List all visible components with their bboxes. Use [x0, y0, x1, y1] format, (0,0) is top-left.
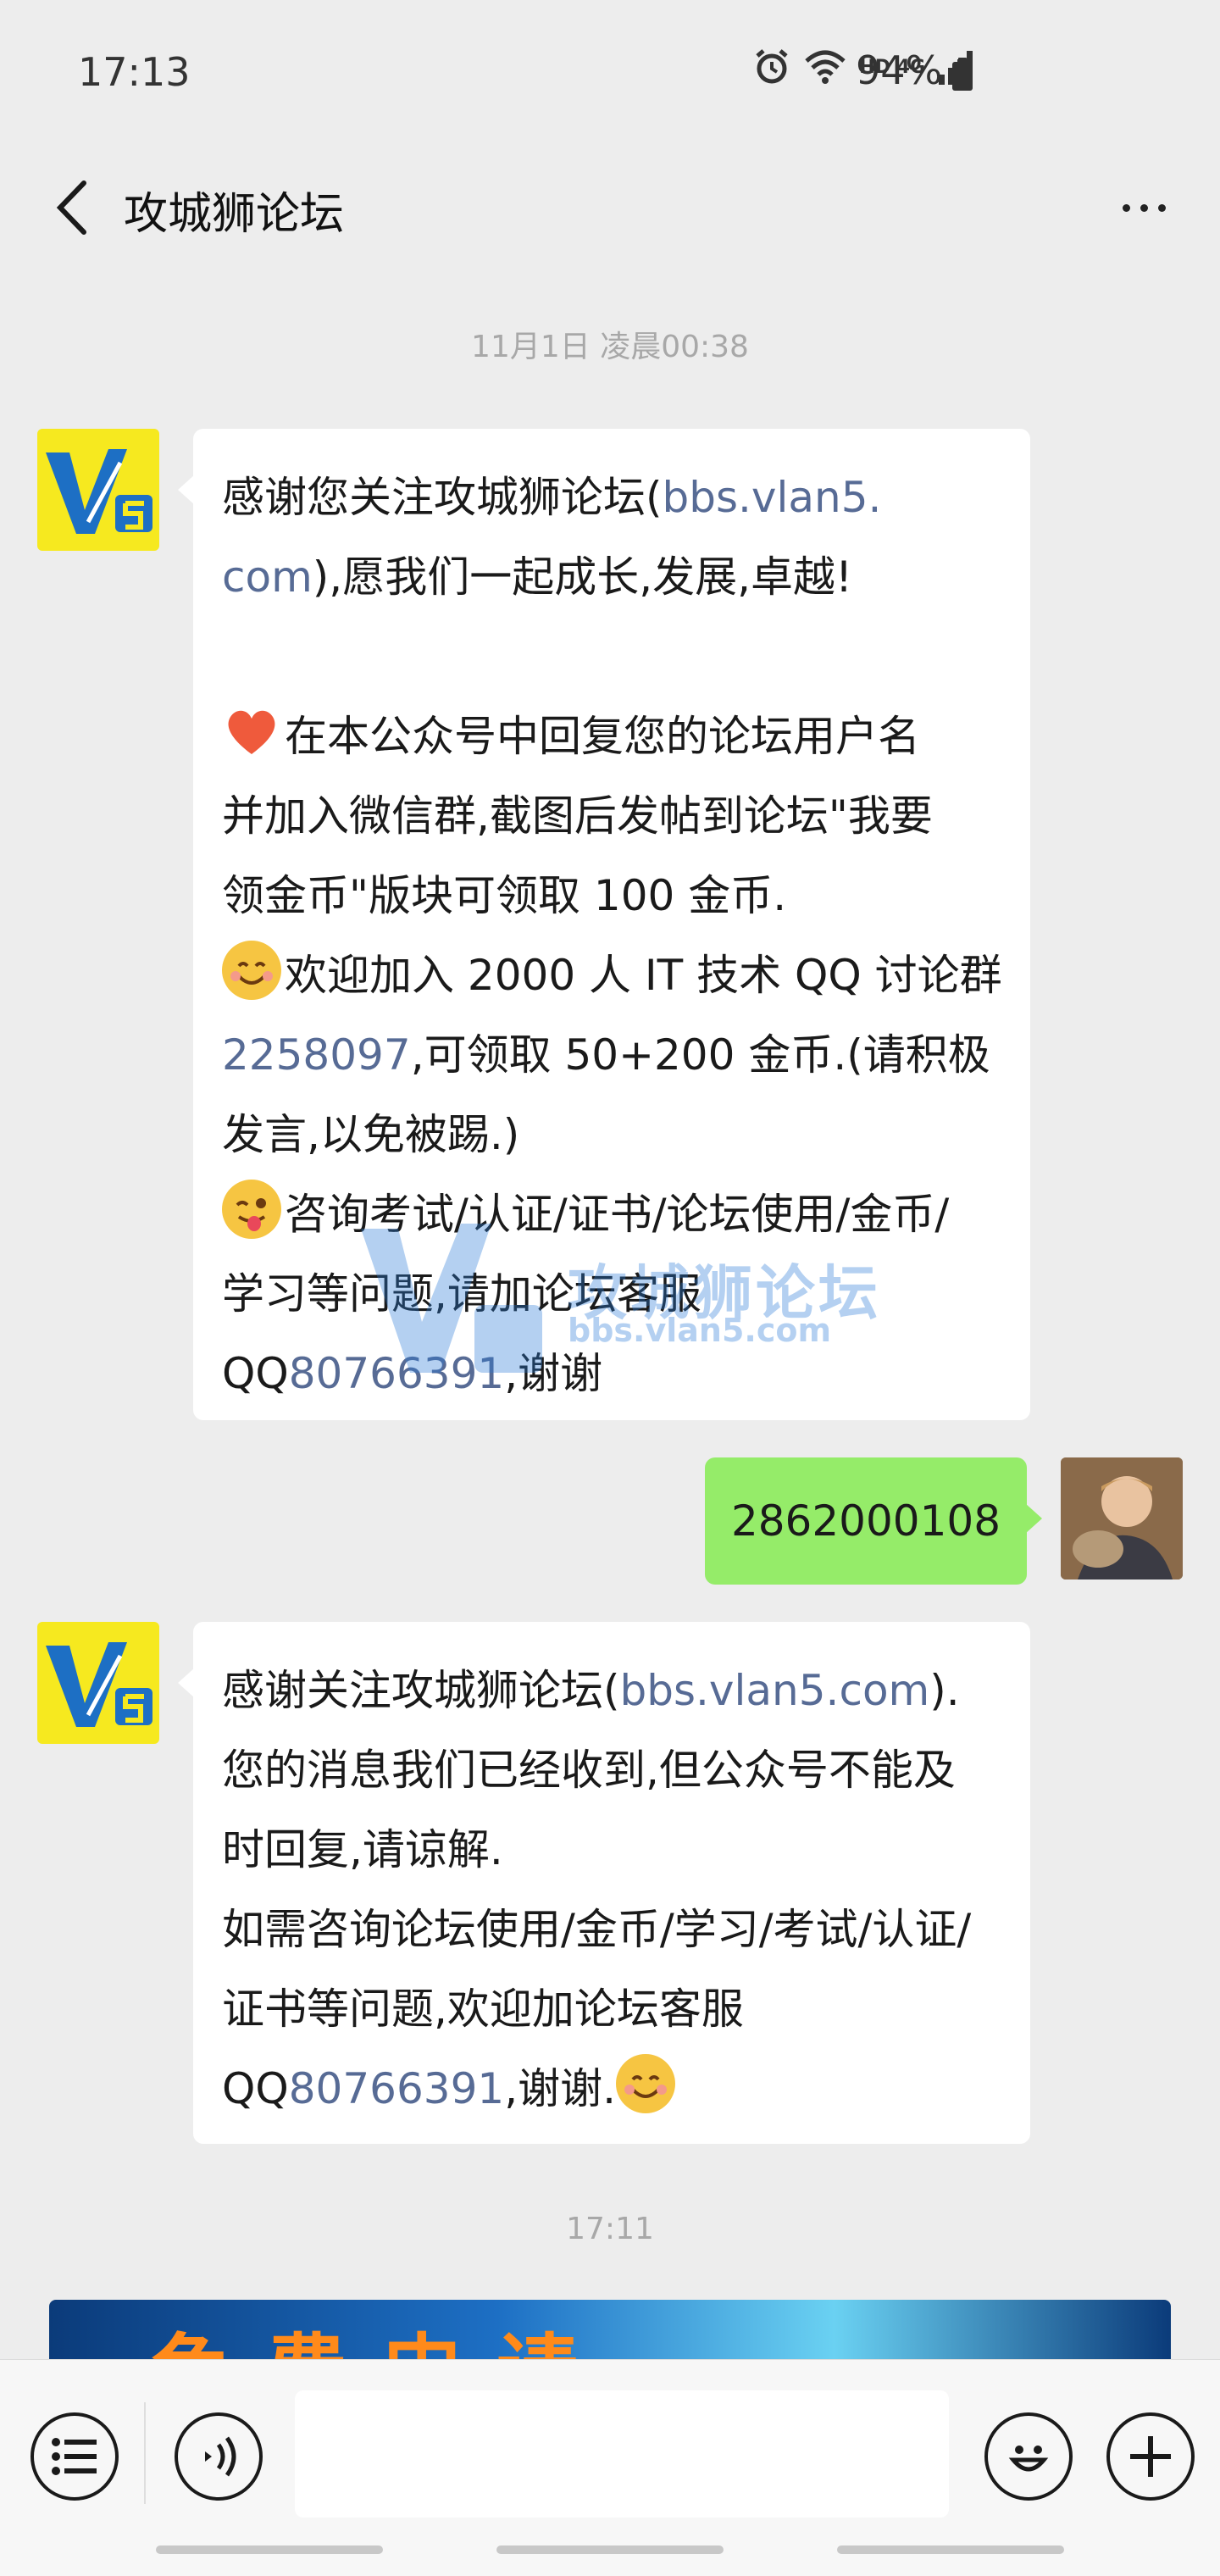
message-bubble-incoming[interactable]: 感谢关注攻城狮论坛(bbs.vlan5.com). 您的消息我们已经收到,但公众…: [178, 1622, 1030, 2144]
message-line: 感谢您关注攻城狮论坛(bbs.vlan5.: [222, 473, 882, 522]
voice-input-button[interactable]: [175, 2412, 263, 2501]
outgoing-message-text: 2862000108: [730, 1496, 1001, 1546]
more-options-button[interactable]: [1101, 169, 1186, 246]
forum-link[interactable]: bbs.vlan5.com: [620, 1666, 930, 1715]
message-input[interactable]: [295, 2390, 949, 2518]
v5-logo-icon: [46, 1642, 152, 1727]
qq-group-link[interactable]: 2258097: [222, 1030, 411, 1080]
wifi-icon: [803, 49, 847, 85]
chat-input-bar: [0, 2359, 1220, 2576]
status-bar: 17:13 HD 4G 94%: [0, 0, 1220, 153]
message-line: 学习等问题,请加论坛客服: [222, 1269, 702, 1319]
message-line: 证书等问题,欢迎加论坛客服: [222, 1985, 744, 2034]
nav-home-bar[interactable]: [496, 2545, 724, 2554]
qq-number-link[interactable]: 80766391: [289, 2064, 505, 2113]
smile-emoji-icon: [222, 941, 281, 1000]
menu-toggle-button[interactable]: [30, 2412, 119, 2501]
battery-percent: 94%: [856, 47, 943, 93]
message-line: 领金币"版块可领取 100 金币.: [222, 871, 787, 920]
message-line: com),愿我们一起成长,发展,卓越!: [222, 552, 853, 602]
emoji-button[interactable]: [984, 2412, 1073, 2501]
account-avatar[interactable]: [37, 429, 159, 551]
user-photo-icon: [1061, 1457, 1183, 1579]
smiley-face-icon: [1008, 2446, 1049, 2472]
message-line: 咨询考试/认证/证书/论坛使用/金币/: [222, 1174, 1001, 1254]
message-line: 如需咨询论坛使用/金币/学习/考试/认证/: [222, 1905, 972, 1954]
more-actions-button[interactable]: [1106, 2412, 1195, 2501]
nav-recents-bar[interactable]: [156, 2545, 383, 2554]
message-line: 您的消息我们已经收到,但公众号不能及: [222, 1746, 956, 1795]
message-line: 并加入微信群,截图后发帖到论坛"我要: [222, 791, 933, 841]
v5-logo-icon: [46, 449, 152, 534]
user-avatar[interactable]: [1061, 1457, 1183, 1579]
message-line: 感谢关注攻城狮论坛(bbs.vlan5.com).: [222, 1666, 960, 1715]
heart-emoji-icon: [222, 702, 281, 761]
message-line-blank: [222, 617, 1001, 697]
message-line: 在本公众号中回复您的论坛用户名: [222, 697, 1001, 776]
page-title: 攻城狮论坛: [124, 189, 345, 240]
voice-icon: [205, 2436, 236, 2477]
chat-header: 攻城狮论坛: [0, 153, 1220, 271]
battery-icon: [952, 62, 973, 91]
account-avatar[interactable]: [37, 1622, 159, 1744]
message-line: QQ80766391,谢谢.: [222, 2049, 1001, 2129]
banner-title: 免费申请: [151, 2307, 612, 2359]
more-dot-icon: [1157, 203, 1166, 212]
chat-timestamp: 11月1日 凌晨00:38: [471, 330, 749, 364]
forum-link[interactable]: bbs.vlan5.: [663, 473, 882, 522]
qq-number-link[interactable]: 80766391: [289, 1349, 505, 1398]
status-time: 17:13: [78, 49, 191, 95]
message-line: 发言,以免被踢.): [222, 1110, 520, 1159]
article-card-banner[interactable]: 免费申请: [49, 2300, 1171, 2359]
back-arrow-icon: [56, 180, 86, 235]
message-line: 时回复,请谅解.: [222, 1825, 503, 1874]
message-bubble-incoming[interactable]: 感谢您关注攻城狮论坛(bbs.vlan5. com),愿我们一起成长,发展,卓越…: [178, 429, 1030, 1420]
alarm-icon: [752, 47, 791, 86]
list-menu-icon: [52, 2438, 97, 2475]
input-bar-divider: [144, 2402, 146, 2504]
back-button[interactable]: [34, 169, 110, 246]
message-line: QQ80766391,谢谢: [222, 1349, 603, 1398]
more-dot-icon: [1140, 203, 1148, 212]
message-line: 欢迎加入 2000 人 IT 技术 QQ 讨论群: [222, 935, 1002, 1015]
wink-tongue-emoji-icon: [222, 1180, 281, 1239]
more-dot-icon: [1122, 203, 1130, 212]
nav-back-bar[interactable]: [837, 2545, 1064, 2554]
smile-emoji-icon: [616, 2054, 676, 2113]
chat-timestamp: 17:11: [566, 2212, 654, 2246]
plus-icon: [1130, 2436, 1171, 2477]
message-line: 2258097,可领取 50+200 金币.(请积极: [222, 1030, 990, 1080]
forum-link[interactable]: com: [222, 552, 313, 602]
message-bubble-outgoing[interactable]: 2862000108: [705, 1457, 1042, 1585]
